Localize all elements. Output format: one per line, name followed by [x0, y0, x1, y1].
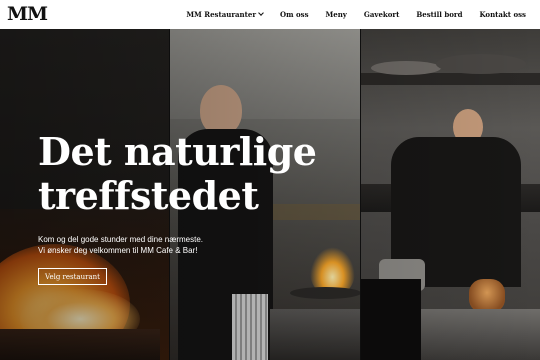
- headline-line-2: treffstedet: [38, 173, 259, 218]
- choose-restaurant-button[interactable]: Velg restaurant: [38, 268, 107, 285]
- nav-item-bestill-bord[interactable]: Bestill bord: [416, 10, 462, 19]
- logo[interactable]: MM: [7, 3, 48, 25]
- main-nav: MM Restauranter Om oss Meny Gavekort Bes…: [169, 0, 526, 29]
- chevron-down-icon: [258, 10, 264, 16]
- nav-item-om-oss[interactable]: Om oss: [280, 10, 309, 19]
- hero-subtext: Kom og del gode stunder med dine nærmest…: [38, 234, 278, 256]
- hero-headline: Det naturlige treffstedet: [38, 130, 368, 218]
- nav-item-kontakt-oss[interactable]: Kontakt oss: [479, 10, 526, 19]
- site-header: MM MM Restauranter Om oss Meny Gavekort …: [0, 0, 540, 29]
- headline-line-1: Det naturlige: [38, 129, 317, 174]
- subtext-line-1: Kom og del gode stunder med dine nærmest…: [38, 235, 203, 244]
- nav-item-gavekort[interactable]: Gavekort: [364, 10, 399, 19]
- hero-section: Det naturlige treffstedet Kom og del god…: [0, 29, 540, 360]
- subtext-line-2: Vi ønsker deg velkommen til MM Cafe & Ba…: [38, 246, 198, 255]
- nav-item-mm-restauranter[interactable]: MM Restauranter: [186, 10, 264, 19]
- nav-item-label: MM Restauranter: [186, 10, 257, 19]
- nav-item-meny[interactable]: Meny: [326, 10, 347, 19]
